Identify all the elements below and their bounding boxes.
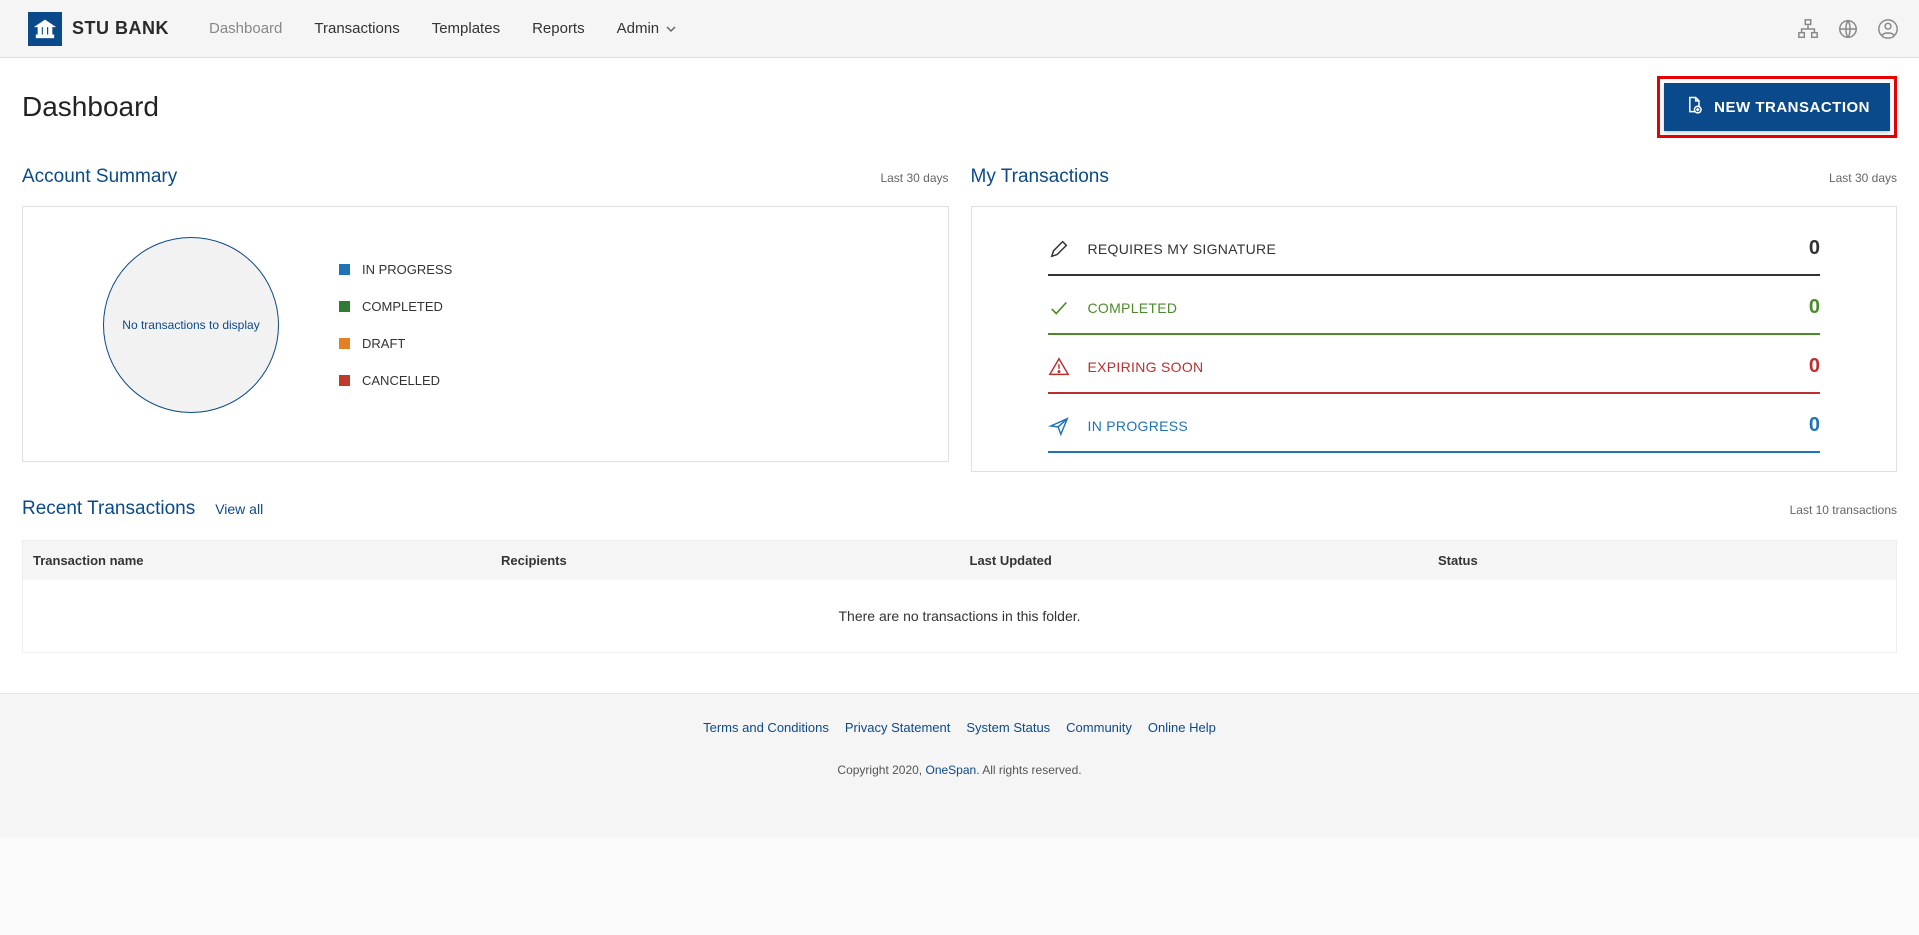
mytx-label: COMPLETED [1088,300,1791,316]
check-icon [1048,297,1070,319]
copyright: Copyright 2020, OneSpan. All rights rese… [0,763,1919,777]
swatch-completed [339,301,350,312]
page-title: Dashboard [22,91,159,123]
col-status[interactable]: Status [1428,541,1897,581]
my-transactions-card: REQUIRES MY SIGNATURE 0 COMPLETED 0 [971,206,1898,472]
nav-dashboard[interactable]: Dashboard [209,20,282,37]
footer-privacy[interactable]: Privacy Statement [845,720,951,735]
copyright-suffix: . All rights reserved. [976,763,1081,777]
topbar-actions [1797,18,1899,40]
view-all-link[interactable]: View all [215,501,263,517]
mytx-completed[interactable]: COMPLETED 0 [1048,284,1821,335]
dashboard-panels: Account Summary Last 30 days No transact… [22,166,1897,472]
mytx-count: 0 [1809,355,1820,378]
col-last-updated[interactable]: Last Updated [960,541,1429,581]
mytx-count: 0 [1809,414,1820,437]
new-transaction-highlight: NEW TRANSACTION [1657,76,1897,138]
page-header: Dashboard NEW TRANSACTION [22,76,1897,138]
footer-terms[interactable]: Terms and Conditions [703,720,829,735]
nav-templates[interactable]: Templates [432,20,500,37]
legend-in-progress: IN PROGRESS [339,262,452,277]
table-header-row: Transaction name Recipients Last Updated… [23,541,1897,581]
swatch-draft [339,338,350,349]
copyright-prefix: Copyright 2020, [837,763,925,777]
table-empty-row: There are no transactions in this folder… [23,580,1897,653]
sitemap-icon[interactable] [1797,18,1819,40]
brand-mark-icon [28,12,62,46]
chevron-down-icon [665,23,677,35]
copyright-brand-link[interactable]: OneSpan [925,763,976,777]
nav-admin[interactable]: Admin [617,20,678,37]
topbar: STU BANK Dashboard Transactions Template… [0,0,1919,58]
nav-transactions[interactable]: Transactions [314,20,399,37]
legend-label: IN PROGRESS [362,262,452,277]
table-empty-text: There are no transactions in this folder… [23,580,1897,653]
mytx-label: REQUIRES MY SIGNATURE [1088,241,1791,257]
recent-range: Last 10 transactions [1790,503,1897,517]
brand-name: STU BANK [72,18,169,39]
legend-label: CANCELLED [362,373,440,388]
main-content: Dashboard NEW TRANSACTION Account Summar… [0,58,1919,693]
footer: Terms and Conditions Privacy Statement S… [0,693,1919,837]
globe-icon[interactable] [1837,18,1859,40]
footer-online-help[interactable]: Online Help [1148,720,1216,735]
col-transaction-name[interactable]: Transaction name [23,541,492,581]
mytx-label: EXPIRING SOON [1088,359,1791,375]
summary-donut-chart: No transactions to display [103,237,279,413]
summary-empty-text: No transactions to display [122,318,259,332]
legend-cancelled: CANCELLED [339,373,452,388]
legend-draft: DRAFT [339,336,452,351]
warning-icon [1048,356,1070,378]
my-transactions-title: My Transactions [971,166,1109,188]
document-add-icon [1684,95,1704,119]
footer-links: Terms and Conditions Privacy Statement S… [0,720,1919,735]
new-transaction-label: NEW TRANSACTION [1714,99,1870,116]
my-transactions-head: My Transactions Last 30 days [971,166,1898,188]
swatch-in-progress [339,264,350,275]
nav-reports[interactable]: Reports [532,20,585,37]
legend-label: DRAFT [362,336,405,351]
mytx-expiring[interactable]: EXPIRING SOON 0 [1048,343,1821,394]
summary-legend: IN PROGRESS COMPLETED DRAFT CANCELL [339,262,452,388]
legend-completed: COMPLETED [339,299,452,314]
account-summary-range: Last 30 days [880,171,948,185]
mytx-in-progress[interactable]: IN PROGRESS 0 [1048,402,1821,453]
my-transactions-list: REQUIRES MY SIGNATURE 0 COMPLETED 0 [1048,225,1821,453]
new-transaction-button[interactable]: NEW TRANSACTION [1664,83,1890,131]
recent-title: Recent Transactions [22,498,195,520]
swatch-cancelled [339,375,350,386]
mytx-requires-signature[interactable]: REQUIRES MY SIGNATURE 0 [1048,225,1821,276]
account-summary-head: Account Summary Last 30 days [22,166,949,188]
footer-system-status[interactable]: System Status [966,720,1050,735]
nav-admin-label: Admin [617,20,660,37]
my-transactions-panel: My Transactions Last 30 days REQUIRES MY… [971,166,1898,472]
user-icon[interactable] [1877,18,1899,40]
account-summary-panel: Account Summary Last 30 days No transact… [22,166,949,472]
brand-logo[interactable]: STU BANK [28,12,169,46]
col-recipients[interactable]: Recipients [491,541,960,581]
legend-label: COMPLETED [362,299,443,314]
recent-transactions-table: Transaction name Recipients Last Updated… [22,540,1897,653]
main-nav: Dashboard Transactions Templates Reports… [209,20,677,37]
mytx-count: 0 [1809,237,1820,260]
footer-community[interactable]: Community [1066,720,1132,735]
recent-transactions-section: Recent Transactions View all Last 10 tra… [22,498,1897,653]
mytx-label: IN PROGRESS [1088,418,1791,434]
account-summary-title: Account Summary [22,166,177,188]
pencil-icon [1048,238,1070,260]
account-summary-card: No transactions to display IN PROGRESS C… [22,206,949,462]
recent-head: Recent Transactions View all Last 10 tra… [22,498,1897,520]
my-transactions-range: Last 30 days [1829,171,1897,185]
mytx-count: 0 [1809,296,1820,319]
send-icon [1048,415,1070,437]
